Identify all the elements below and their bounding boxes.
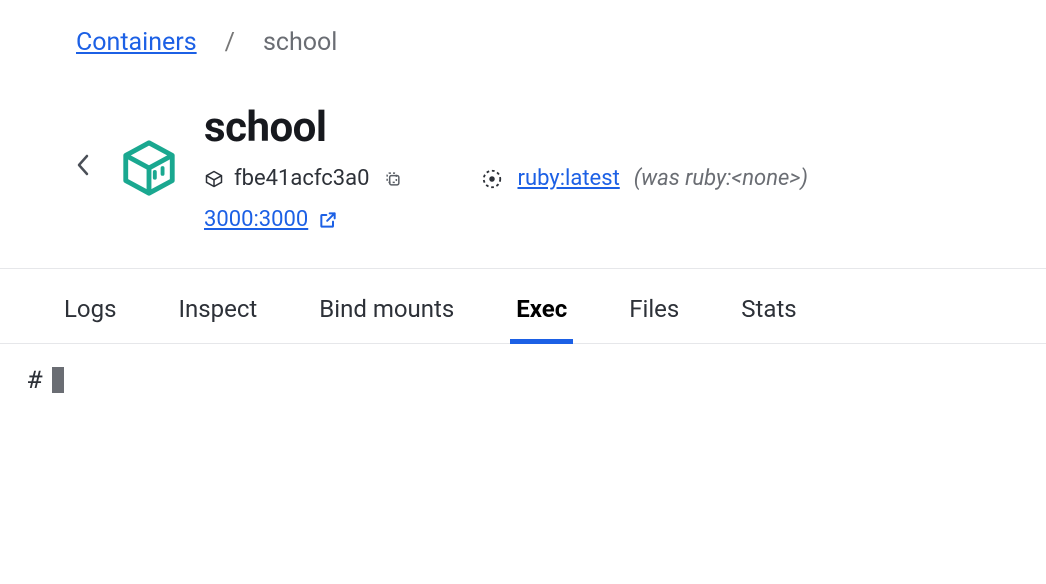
terminal-cursor	[52, 367, 64, 393]
container-id-row: fbe41acfc3a0 ruby:latest (was ruby:<none…	[204, 166, 808, 191]
container-port-row: 3000:3000	[204, 207, 808, 232]
breadcrumb-separator: /	[225, 28, 235, 57]
image-was-text: (was ruby:<none>)	[634, 166, 808, 191]
breadcrumb: Containers / school	[0, 0, 1046, 57]
tab-stats[interactable]: Stats	[741, 295, 796, 343]
tab-bind-mounts[interactable]: Bind mounts	[319, 295, 454, 343]
tab-inspect[interactable]: Inspect	[178, 295, 257, 343]
copy-icon[interactable]	[383, 169, 403, 189]
image-link[interactable]: ruby:latest	[517, 166, 619, 191]
external-link-icon[interactable]	[318, 210, 338, 230]
container-header: school fbe41acfc3a0 ruby:latest (was rub…	[0, 57, 1046, 264]
tab-files[interactable]: Files	[629, 295, 679, 343]
container-cube-icon	[118, 137, 180, 199]
container-id: fbe41acfc3a0	[204, 166, 369, 191]
back-chevron-icon[interactable]	[72, 154, 94, 181]
terminal-prompt: #	[28, 366, 42, 394]
exec-terminal[interactable]: #	[0, 344, 1046, 394]
port-link[interactable]: 3000:3000	[204, 207, 308, 232]
container-title: school	[204, 103, 808, 152]
tab-exec[interactable]: Exec	[516, 295, 567, 343]
container-id-text: fbe41acfc3a0	[234, 166, 369, 191]
container-tabs: Logs Inspect Bind mounts Exec Files Stat…	[0, 269, 1046, 344]
tab-logs[interactable]: Logs	[64, 295, 116, 343]
image-dashed-icon	[481, 168, 503, 190]
container-meta: school fbe41acfc3a0 ruby:latest (was rub…	[204, 103, 808, 232]
breadcrumb-current: school	[263, 28, 337, 57]
breadcrumb-root-link[interactable]: Containers	[76, 28, 197, 57]
box-outline-icon	[204, 169, 224, 189]
